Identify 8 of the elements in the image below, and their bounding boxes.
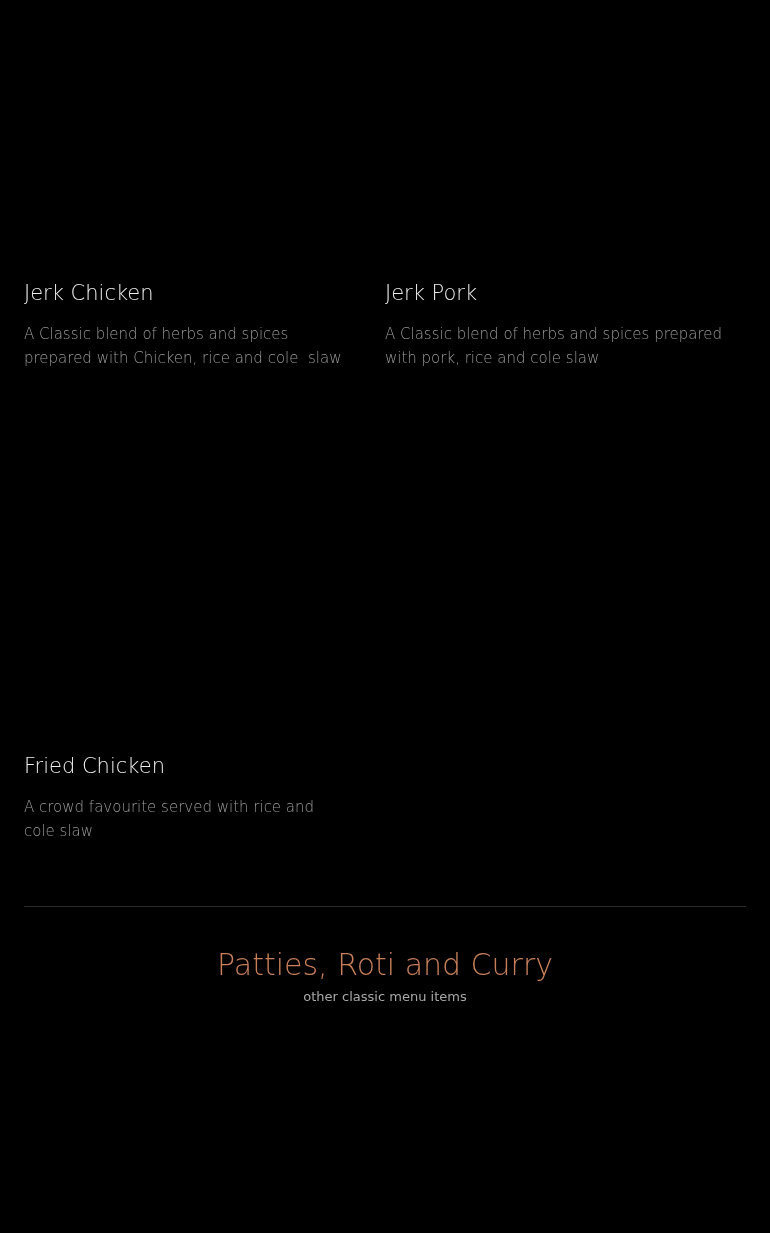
section-subtitle: other classic menu items <box>302 988 468 1006</box>
menu-item-description: A Classic blend of herbs and spices prepared with Chicken, rice and cole slaw <box>24 324 343 370</box>
section-title: Patties, Roti and Curry <box>216 947 554 983</box>
menu-item-description: A Classic blend of herbs and spices prepared with pork, rice and cole slaw <box>385 324 724 370</box>
menu-item-name: Jerk Pork <box>385 280 479 307</box>
menu-item-name: Fried Chicken <box>24 753 166 780</box>
menu-item-description: A crowd favourite served with rice and cole slaw <box>24 797 316 843</box>
menu-item-name: Jerk Chicken <box>24 280 155 307</box>
